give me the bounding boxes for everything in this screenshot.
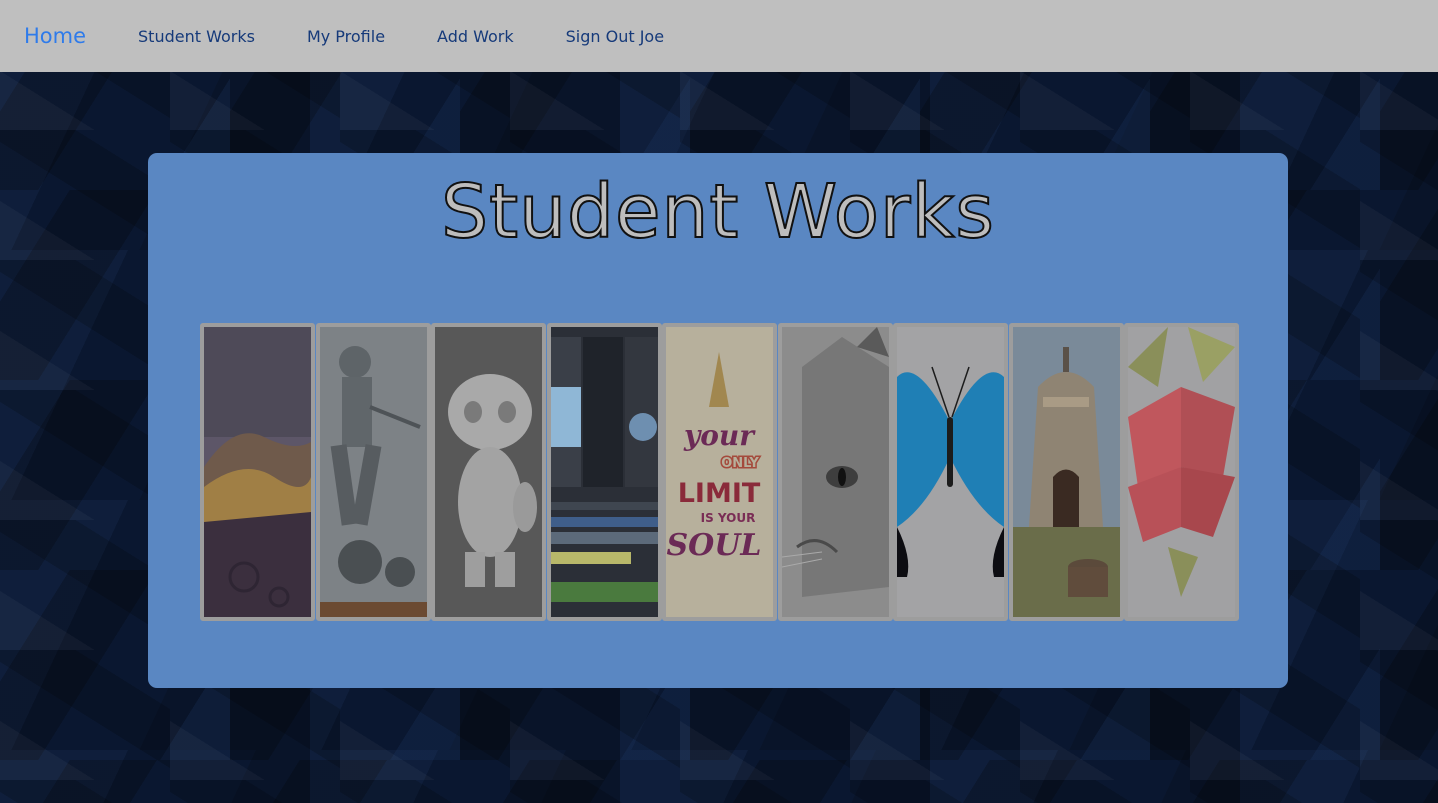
nav-home-link[interactable]: Home bbox=[24, 24, 86, 48]
work-thumbnail-blue-butterfly[interactable] bbox=[893, 323, 1008, 621]
work-thumbnail-mission-painting[interactable] bbox=[1008, 323, 1124, 621]
work-thumbnail-video-editor[interactable] bbox=[546, 323, 662, 621]
work-thumbnail-toy-figure[interactable] bbox=[431, 323, 546, 621]
poster-line-5: SOUL bbox=[666, 528, 761, 563]
works-gallery: your ONLY LIMIT IS YOUR SOUL bbox=[200, 323, 1240, 621]
nav-sign-out-link[interactable]: Sign Out Joe bbox=[566, 27, 664, 46]
work-thumbnail-origami-flower[interactable] bbox=[1124, 323, 1239, 621]
poster-line-4: IS YOUR bbox=[701, 511, 756, 525]
work-thumbnail-desert-landscape[interactable] bbox=[200, 323, 315, 621]
desert-landscape-image bbox=[204, 327, 311, 617]
poster-line-3: LIMIT bbox=[678, 478, 761, 509]
work-thumbnail-sculpture-old-man[interactable] bbox=[315, 323, 431, 621]
nav-add-work-link[interactable]: Add Work bbox=[437, 27, 514, 46]
work-thumbnail-typography-poster[interactable]: your ONLY LIMIT IS YOUR SOUL bbox=[662, 323, 777, 621]
poster-line-2: ONLY bbox=[721, 456, 759, 471]
page-title: Student Works bbox=[440, 168, 995, 256]
nav-my-profile-link[interactable]: My Profile bbox=[307, 27, 385, 46]
video-editor-image bbox=[550, 327, 658, 617]
work-thumbnail-cat-drawing[interactable] bbox=[777, 323, 893, 621]
toy-figure-image bbox=[435, 327, 542, 617]
blue-butterfly-image bbox=[897, 327, 1004, 617]
top-navbar: Home Student Works My Profile Add Work S… bbox=[0, 0, 1438, 72]
origami-flower-image bbox=[1128, 327, 1235, 617]
sculpture-old-man-image bbox=[319, 327, 427, 617]
cat-drawing-image bbox=[781, 327, 889, 617]
student-works-panel: Student Works your ONLY LIMIT IS YOUR SO… bbox=[148, 153, 1288, 688]
mission-painting-image bbox=[1012, 327, 1120, 617]
poster-line-1: your bbox=[683, 419, 756, 452]
typography-poster-image: your ONLY LIMIT IS YOUR SOUL bbox=[666, 327, 773, 617]
nav-student-works-link[interactable]: Student Works bbox=[138, 27, 255, 46]
